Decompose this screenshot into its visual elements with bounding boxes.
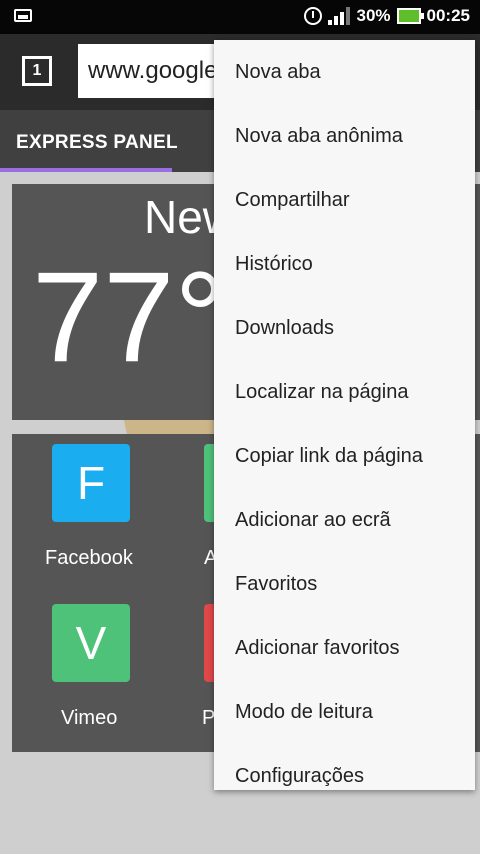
speed-dial-tile-vimeo[interactable]: V [52,604,130,682]
tile-label-vimeo: Vimeo [61,707,118,729]
menu-item-add-bookmark[interactable]: Adicionar favoritos [214,616,475,680]
address-bar-text: www.google [88,57,218,84]
clock: 00:25 [426,6,470,25]
battery-charging-icon [396,8,424,24]
signal-icon [328,7,351,25]
menu-item-new-tab[interactable]: Nova aba [214,40,475,104]
alarm-icon [304,7,323,25]
menu-item-copy-link[interactable]: Copiar link da página [214,424,475,488]
menu-item-share[interactable]: Compartilhar [214,168,475,232]
notification-icon [14,9,32,22]
tile-letter: F [76,457,106,509]
menu-item-add-to-home[interactable]: Adicionar ao ecrã [214,488,475,552]
menu-item-new-incognito-tab[interactable]: Nova aba anônima [214,104,475,168]
menu-item-downloads[interactable]: Downloads [214,296,475,360]
menu-item-settings[interactable]: Configurações [214,744,475,808]
menu-item-reading-mode[interactable]: Modo de leitura [214,680,475,744]
overflow-menu: Nova aba Nova aba anônima Compartilhar H… [214,40,475,790]
menu-item-bookmarks[interactable]: Favoritos [214,552,475,616]
tab-express-panel[interactable]: EXPRESS PANEL [16,132,178,154]
speed-dial-tile-facebook[interactable]: F [52,444,130,522]
battery-percentage: 30% [356,6,391,25]
tile-letter: V [75,617,107,669]
status-bar: 30% 00:25 [0,0,480,34]
tab-counter-button[interactable]: 1 [22,56,52,86]
tile-label-facebook: Facebook [45,547,133,569]
weather-temperature: 77° [32,246,226,389]
menu-item-history[interactable]: Histórico [214,232,475,296]
menu-item-find-in-page[interactable]: Localizar na página [214,360,475,424]
